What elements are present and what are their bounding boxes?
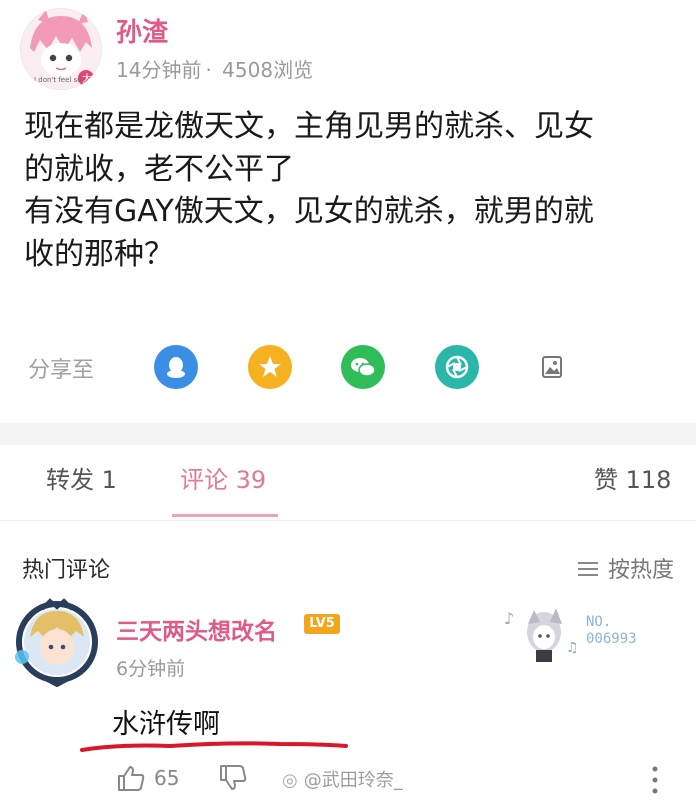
commenter-name[interactable]: 三天两头想改名 <box>116 612 277 646</box>
active-tab-indicator <box>172 514 278 517</box>
hot-comments-title: 热门评论 <box>22 558 111 583</box>
post-views: 4508浏览 <box>222 58 314 82</box>
post-time: 14分钟前 <box>116 58 202 82</box>
weibo-logo-icon: ◎ <box>282 770 298 791</box>
svg-text:♪: ♪ <box>504 609 514 628</box>
moments-icon[interactable] <box>435 345 479 389</box>
weibo-post-page: 大 I don't feel so... 孙渣 14分钟前 · 4508浏览 现在… <box>0 0 696 800</box>
post-body: 现在都是龙傲天文，主角见男的就杀、见女 的就收，老不公平了 有没有GAY傲天文，… <box>24 109 594 272</box>
star-glyph <box>259 356 281 377</box>
qq-icon[interactable] <box>154 345 198 389</box>
sort-by-hot-button[interactable]: 按热度 <box>577 552 674 584</box>
more-options-icon[interactable] <box>650 764 660 796</box>
watermark-text: @武田玲奈_ <box>303 770 403 791</box>
tab-comments[interactable]: 评论 39 <box>180 460 266 495</box>
like-count: 65 <box>154 766 180 790</box>
level-badge: LV5 <box>304 614 340 634</box>
fan-card-decoration[interactable]: ♪ ♫ <box>500 602 670 664</box>
avatar-caption: I don't feel so... <box>34 76 89 84</box>
fan-card-image: ♪ ♫ <box>504 608 579 662</box>
weibo-watermark: ◎ @武田玲奈_ <box>282 766 403 792</box>
fan-number-prefix: NO. <box>586 614 612 630</box>
comment-time: 6分钟前 <box>116 658 186 680</box>
qq-glyph <box>167 357 185 378</box>
section-divider <box>0 423 696 445</box>
gallery-glyph <box>542 356 562 378</box>
tabs-divider <box>0 520 696 521</box>
comment-dislike-button[interactable] <box>218 764 248 792</box>
thumbs-up-icon <box>118 766 145 791</box>
comment-like-button[interactable]: 65 <box>116 764 179 792</box>
wechat-glyph <box>351 358 376 377</box>
vertical-dots-icon <box>652 766 658 794</box>
fan-number: NO. 006993 <box>586 614 637 648</box>
commenter-avatar-image <box>15 598 98 688</box>
author-name[interactable]: 孙渣 <box>116 12 168 49</box>
svg-text:♫: ♫ <box>566 640 579 656</box>
share-label: 分享至 <box>28 358 95 383</box>
red-underline-annotation <box>80 741 348 752</box>
sort-label: 按热度 <box>607 558 674 583</box>
author-avatar[interactable]: 大 I don't feel so... <box>20 8 102 90</box>
post-meta: 14分钟前 · 4508浏览 <box>116 54 317 83</box>
commenter-avatar[interactable] <box>12 597 102 688</box>
aperture-glyph <box>445 355 469 379</box>
qzone-star-icon[interactable] <box>248 345 292 389</box>
meta-separator: · <box>205 58 212 82</box>
tab-repost[interactable]: 转发 1 <box>46 460 117 495</box>
sort-lines-icon <box>577 561 598 577</box>
thumbs-down-icon <box>220 765 247 790</box>
wechat-icon[interactable] <box>341 345 385 389</box>
tab-likes[interactable]: 赞 118 <box>594 460 671 495</box>
fan-number-value: 006993 <box>586 631 637 647</box>
gallery-icon[interactable] <box>530 345 574 389</box>
